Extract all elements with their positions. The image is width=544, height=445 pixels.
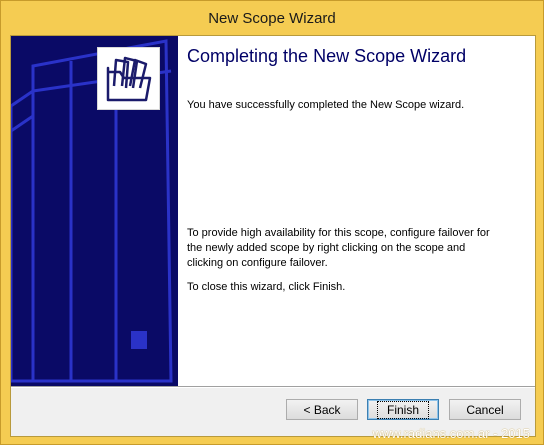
finish-button-label: Finish [376,400,430,419]
failover-instructions: To provide high availability for this sc… [187,227,490,269]
watermark: www.radians.com.ar - 2015 [372,426,530,441]
wizard-content: Completing the New Scope Wizard You have… [178,36,535,386]
close-instructions: To close this wizard, click Finish. [187,281,346,293]
wizard-body: Completing the New Scope Wizard You have… [10,35,536,437]
title-bar[interactable]: New Scope Wizard [1,1,543,35]
window-title: New Scope Wizard [208,9,336,27]
back-button[interactable]: < Back [286,399,358,420]
success-message: You have successfully completed the New … [187,99,465,111]
page-title: Completing the New Scope Wizard [187,46,467,66]
cancel-button[interactable]: Cancel [449,399,521,420]
button-separator [11,386,535,388]
wizard-banner [11,36,178,386]
wizard-window: New Scope Wizard Completing the New Scop… [0,0,544,445]
folder-icon [97,47,160,110]
finish-button[interactable]: Finish [367,399,439,420]
